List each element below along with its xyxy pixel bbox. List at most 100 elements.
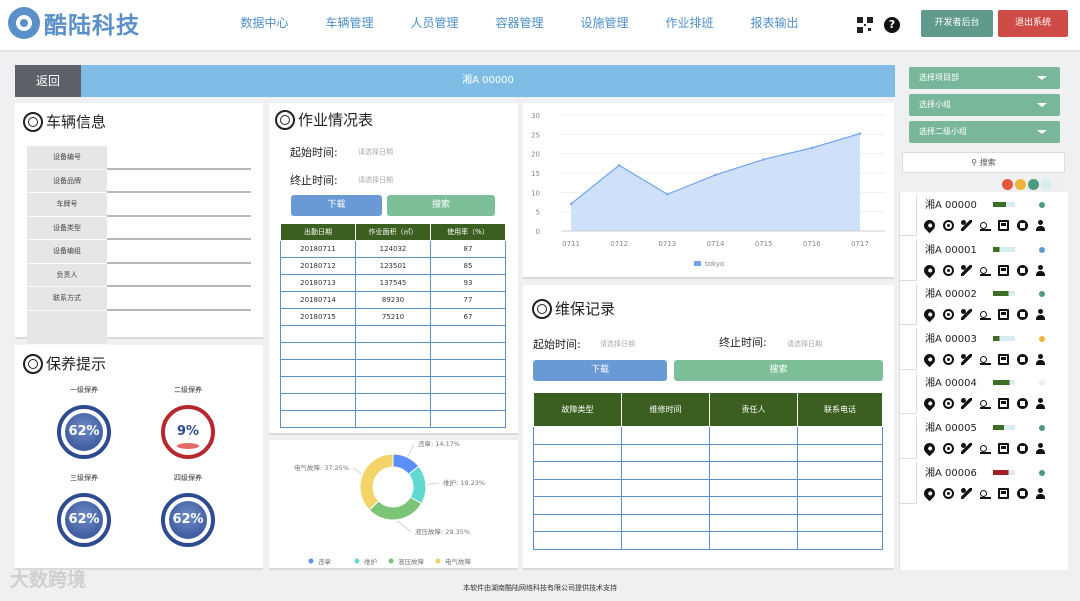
legend-label[interactable]: 维护 bbox=[364, 557, 377, 566]
key-icon[interactable] bbox=[979, 398, 991, 410]
vehicle-list-item[interactable]: 湘A 00002 bbox=[900, 281, 1069, 326]
start-date-input[interactable]: 请选择日期 bbox=[358, 147, 393, 157]
vehicle-list-item[interactable]: 湘A 00004 bbox=[900, 370, 1069, 415]
legend-label[interactable]: 电气故障 bbox=[445, 557, 472, 566]
legend-swatch[interactable] bbox=[354, 558, 360, 564]
vehicle-list-item[interactable]: 湘A 00000 bbox=[900, 192, 1069, 236]
column-header[interactable]: 联系电话 bbox=[797, 392, 883, 427]
repair-tool-icon[interactable] bbox=[961, 487, 972, 499]
column-header[interactable]: 出勤日期 bbox=[280, 223, 356, 241]
table-row[interactable]: 20180713 137545 93 bbox=[280, 274, 506, 292]
key-icon[interactable] bbox=[979, 309, 991, 321]
vehicle-select-cell[interactable] bbox=[900, 238, 917, 281]
camera-icon[interactable] bbox=[942, 353, 954, 365]
driver-icon[interactable] bbox=[1035, 353, 1046, 365]
fuel-icon[interactable] bbox=[998, 353, 1009, 365]
developer-backend-button[interactable]: 开发者后台 bbox=[921, 10, 993, 37]
legend-swatch[interactable] bbox=[435, 558, 441, 564]
data-point[interactable] bbox=[810, 146, 814, 150]
column-header[interactable]: 责任人 bbox=[709, 392, 798, 427]
table-row[interactable]: 20180711 124032 87 bbox=[280, 240, 506, 258]
nav-data-center[interactable]: 数据中心 bbox=[222, 14, 307, 31]
vehicle-search-input[interactable]: ⚲ 搜索 bbox=[902, 152, 1065, 173]
vehicle-select-cell[interactable] bbox=[900, 283, 917, 326]
data-point[interactable] bbox=[858, 132, 862, 135]
location-pin-icon[interactable] bbox=[921, 351, 938, 368]
camera-icon[interactable] bbox=[942, 487, 954, 499]
card-icon[interactable] bbox=[1016, 264, 1028, 276]
camera-icon[interactable] bbox=[942, 398, 954, 410]
repair-tool-icon[interactable] bbox=[961, 220, 972, 231]
pie-slice[interactable] bbox=[359, 453, 394, 511]
column-header[interactable]: 故障类型 bbox=[533, 392, 622, 427]
back-button[interactable]: 返回 bbox=[15, 65, 81, 97]
repair-tool-icon[interactable] bbox=[961, 264, 972, 276]
status-color-dot[interactable] bbox=[1041, 179, 1052, 190]
vehicle-select-cell[interactable] bbox=[900, 372, 917, 415]
table-row[interactable]: 20180715 75210 67 bbox=[280, 308, 506, 326]
data-point[interactable] bbox=[569, 202, 573, 206]
exit-system-button[interactable]: 退出系统 bbox=[998, 10, 1068, 37]
vehicle-list-item[interactable]: 湘A 00001 bbox=[900, 237, 1069, 281]
column-header[interactable]: 使用率（%） bbox=[430, 223, 506, 241]
nav-container-management[interactable]: 容器管理 bbox=[477, 14, 562, 31]
status-color-dot[interactable] bbox=[1015, 179, 1026, 190]
nav-report-output[interactable]: 报表输出 bbox=[732, 14, 817, 31]
card-icon[interactable] bbox=[1016, 487, 1028, 499]
location-pin-icon[interactable] bbox=[921, 217, 938, 234]
camera-icon[interactable] bbox=[942, 309, 954, 321]
location-pin-icon[interactable] bbox=[921, 262, 938, 278]
nav-vehicle-management[interactable]: 车辆管理 bbox=[307, 14, 392, 31]
nav-personnel-management[interactable]: 人员管理 bbox=[392, 14, 477, 31]
card-icon[interactable] bbox=[1016, 443, 1028, 454]
record-start-date-input[interactable]: 请选择日期 bbox=[600, 339, 635, 349]
legend-label[interactable]: 违章 bbox=[318, 557, 332, 566]
driver-icon[interactable] bbox=[1035, 443, 1046, 454]
column-header[interactable]: 作业面积（㎡） bbox=[355, 223, 431, 241]
select-subgroup[interactable]: 选择二级小组 bbox=[909, 121, 1060, 143]
fuel-icon[interactable] bbox=[998, 443, 1009, 454]
logo[interactable]: 酷陆科技 bbox=[8, 6, 140, 40]
nav-facility-management[interactable]: 设施管理 bbox=[562, 14, 647, 31]
legend-label[interactable]: 液压故障 bbox=[398, 557, 425, 566]
vehicle-select-cell[interactable] bbox=[900, 461, 917, 504]
select-group[interactable]: 选择小组 bbox=[909, 94, 1060, 116]
driver-icon[interactable] bbox=[1035, 487, 1046, 499]
status-color-dot[interactable] bbox=[1054, 179, 1065, 190]
record-download-button[interactable]: 下载 bbox=[533, 360, 667, 381]
qr-code-icon[interactable] bbox=[857, 17, 873, 33]
data-point[interactable] bbox=[762, 158, 765, 161]
key-icon[interactable] bbox=[979, 354, 991, 365]
key-icon[interactable] bbox=[979, 488, 991, 499]
status-color-dot[interactable] bbox=[1028, 179, 1039, 190]
camera-icon[interactable] bbox=[942, 220, 954, 231]
driver-icon[interactable] bbox=[1035, 220, 1046, 231]
table-row[interactable]: 20180714 89230 77 bbox=[280, 291, 506, 309]
vehicle-list-item[interactable]: 湘A 00006 bbox=[900, 460, 1069, 504]
fuel-icon[interactable] bbox=[998, 220, 1009, 231]
search-button[interactable]: 搜索 bbox=[387, 195, 495, 216]
help-icon[interactable]: ? bbox=[884, 17, 900, 33]
camera-icon[interactable] bbox=[942, 443, 954, 454]
location-pin-icon[interactable] bbox=[921, 306, 938, 323]
data-point[interactable] bbox=[617, 164, 621, 167]
repair-tool-icon[interactable] bbox=[961, 353, 972, 365]
card-icon[interactable] bbox=[1016, 398, 1028, 410]
card-icon[interactable] bbox=[1016, 220, 1028, 231]
record-end-date-input[interactable]: 请选择日期 bbox=[787, 339, 822, 349]
key-icon[interactable] bbox=[979, 220, 991, 231]
data-point[interactable] bbox=[666, 193, 669, 196]
legend-swatch[interactable] bbox=[308, 558, 314, 564]
status-color-dot[interactable] bbox=[1002, 179, 1013, 190]
camera-icon[interactable] bbox=[942, 264, 954, 276]
repair-tool-icon[interactable] bbox=[961, 309, 972, 321]
fuel-icon[interactable] bbox=[998, 264, 1009, 276]
download-button[interactable]: 下载 bbox=[291, 195, 382, 216]
fuel-icon[interactable] bbox=[998, 487, 1009, 499]
record-search-button[interactable]: 搜索 bbox=[674, 360, 883, 381]
select-project-dept[interactable]: 选择项目部 bbox=[909, 67, 1060, 89]
legend-swatch[interactable] bbox=[388, 558, 394, 564]
column-header[interactable]: 维修时间 bbox=[621, 392, 710, 427]
end-date-input[interactable]: 请选择日期 bbox=[358, 175, 393, 185]
card-icon[interactable] bbox=[1016, 353, 1028, 365]
